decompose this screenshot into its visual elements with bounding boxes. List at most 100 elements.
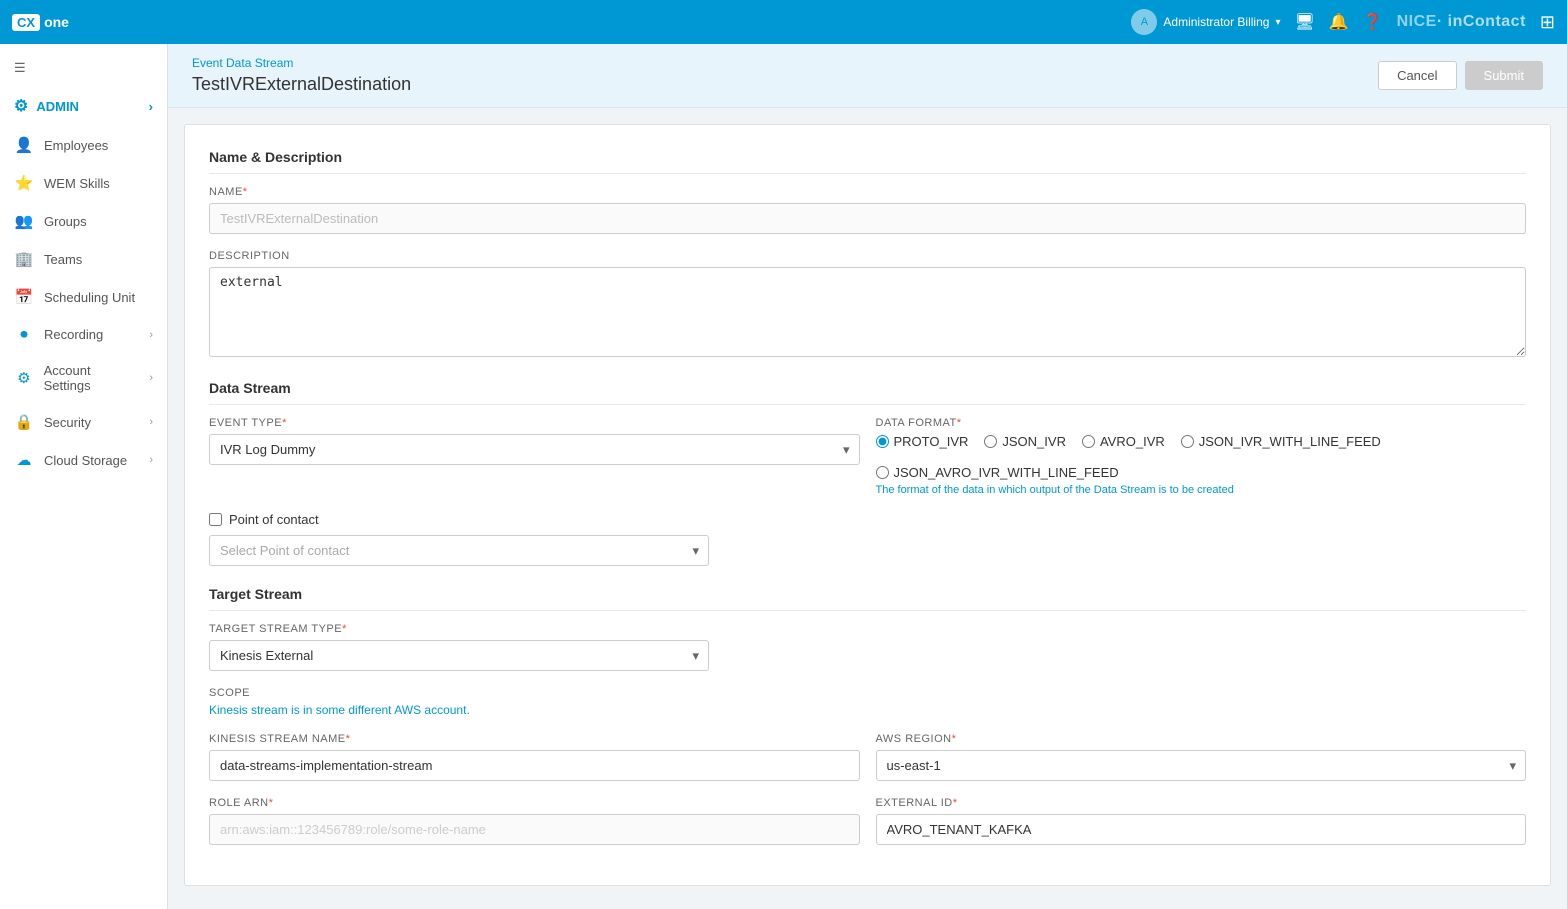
sidebar-item-teams[interactable]: 🏢 Teams xyxy=(0,240,167,278)
recording-label: Recording xyxy=(44,327,103,342)
aws-region-col: AWS REGION* us-east-1 us-west-2 eu-west-… xyxy=(876,733,1527,797)
security-icon: 🔒 xyxy=(14,413,34,431)
submit-button[interactable]: Submit xyxy=(1465,61,1543,90)
scope-value: Kinesis stream is in some different AWS … xyxy=(209,703,1526,717)
poc-label: Point of contact xyxy=(229,512,319,527)
radio-json-ivr-lf[interactable]: JSON_IVR_WITH_LINE_FEED xyxy=(1181,434,1381,449)
account-settings-icon: ⚙ xyxy=(14,369,34,387)
aws-region-required: * xyxy=(952,733,957,745)
radio-proto-ivr[interactable]: PROTO_IVR xyxy=(876,434,969,449)
target-stream-section: Target Stream TARGET STREAM TYPE* Kinesi… xyxy=(209,586,1526,861)
radio-avro-ivr-label: AVRO_IVR xyxy=(1100,434,1165,449)
data-format-required: * xyxy=(957,417,962,429)
scheduling-label: Scheduling Unit xyxy=(44,290,135,305)
poc-select-wrapper: Select Point of contact xyxy=(209,535,709,566)
scope-label: SCOPE xyxy=(209,687,1526,699)
sidebar-item-account-settings[interactable]: ⚙ Account Settings › xyxy=(0,353,167,403)
wem-skills-label: WEM Skills xyxy=(44,176,110,191)
data-format-radio-group: PROTO_IVR JSON_IVR AVRO_IVR xyxy=(876,434,1527,480)
hamburger-icon[interactable]: ☰ xyxy=(0,52,167,84)
employees-label: Employees xyxy=(44,138,108,153)
breadcrumb[interactable]: Event Data Stream xyxy=(192,56,411,70)
external-id-col: EXTERNAL ID* xyxy=(876,797,1527,861)
event-type-data-format-row: EVENT TYPE* IVR Log Dummy Agent Log Cont… xyxy=(209,417,1526,512)
user-info[interactable]: A Administrator Billing ▾ xyxy=(1131,9,1280,35)
radio-json-ivr-input[interactable] xyxy=(984,435,997,448)
navbar-left: CX one xyxy=(12,14,69,31)
account-settings-label: Account Settings xyxy=(44,363,140,393)
description-field-group: DESCRIPTION external xyxy=(209,250,1526,360)
grid-icon[interactable]: ⊞ xyxy=(1540,12,1555,33)
one-logo: one xyxy=(44,14,69,30)
main-content: Event Data Stream TestIVRExternalDestina… xyxy=(168,44,1567,909)
description-label: DESCRIPTION xyxy=(209,250,1526,262)
radio-json-avro-lf-input[interactable] xyxy=(876,466,889,479)
cancel-button[interactable]: Cancel xyxy=(1378,61,1456,90)
role-arn-required: * xyxy=(269,797,274,809)
kinesis-stream-name-input[interactable] xyxy=(209,750,860,781)
radio-proto-ivr-label: PROTO_IVR xyxy=(894,434,969,449)
sidebar-admin[interactable]: ⚙ ADMIN › xyxy=(0,84,167,126)
navbar: CX one A Administrator Billing ▾ 🖥 🔔 ❓ N… xyxy=(0,0,1567,44)
external-id-input[interactable] xyxy=(876,814,1527,845)
name-description-section-header: Name & Description xyxy=(209,149,1526,174)
scheduling-icon: 📅 xyxy=(14,288,34,306)
radio-json-avro-lf-label: JSON_AVRO_IVR_WITH_LINE_FEED xyxy=(894,465,1119,480)
sidebar-item-cloud-storage[interactable]: ☁ Cloud Storage › xyxy=(0,441,167,479)
radio-json-ivr-label: JSON_IVR xyxy=(1002,434,1066,449)
name-input[interactable] xyxy=(209,203,1526,234)
sidebar-item-security[interactable]: 🔒 Security › xyxy=(0,403,167,441)
radio-avro-ivr-input[interactable] xyxy=(1082,435,1095,448)
groups-icon: 👥 xyxy=(14,212,34,230)
role-arn-input[interactable] xyxy=(209,814,860,845)
poc-checkbox[interactable] xyxy=(209,513,222,526)
nice-brand: NICE· inContact xyxy=(1397,13,1526,31)
monitor-icon[interactable]: 🖥 xyxy=(1294,12,1314,32)
kinesis-stream-name-required: * xyxy=(346,733,351,745)
radio-json-avro-lf[interactable]: JSON_AVRO_IVR_WITH_LINE_FEED xyxy=(876,465,1119,480)
security-label: Security xyxy=(44,415,91,430)
radio-json-ivr[interactable]: JSON_IVR xyxy=(984,434,1066,449)
layout: ☰ ⚙ ADMIN › 👤 Employees ⭐ WEM Skills 👥 G… xyxy=(0,44,1567,909)
user-chevron-icon[interactable]: ▾ xyxy=(1275,17,1280,28)
security-chevron-icon: › xyxy=(149,416,153,428)
target-stream-section-header: Target Stream xyxy=(209,586,1526,611)
cloud-storage-label: Cloud Storage xyxy=(44,453,127,468)
name-field-group: NAME* xyxy=(209,186,1526,234)
sidebar-item-employees[interactable]: 👤 Employees xyxy=(0,126,167,164)
aws-region-select-wrapper: us-east-1 us-west-2 eu-west-1 xyxy=(876,750,1527,781)
data-format-group: DATA FORMAT* PROTO_IVR JSON_IVR xyxy=(876,417,1527,496)
poc-checkbox-label[interactable]: Point of contact xyxy=(209,512,1526,527)
page-title: TestIVRExternalDestination xyxy=(192,74,411,95)
description-textarea[interactable]: external xyxy=(209,267,1526,357)
radio-proto-ivr-input[interactable] xyxy=(876,435,889,448)
bell-icon[interactable]: 🔔 xyxy=(1329,12,1349,32)
poc-select[interactable]: Select Point of contact xyxy=(209,535,709,566)
event-type-required: * xyxy=(282,417,287,429)
target-stream-type-select[interactable]: Kinesis External Kinesis Internal Kafka xyxy=(209,640,709,671)
aws-region-select[interactable]: us-east-1 us-west-2 eu-west-1 xyxy=(876,750,1527,781)
sidebar-item-groups[interactable]: 👥 Groups xyxy=(0,202,167,240)
event-type-select[interactable]: IVR Log Dummy Agent Log Contact Log xyxy=(209,434,860,465)
aws-region-label: AWS REGION* xyxy=(876,733,1527,745)
sidebar-item-recording[interactable]: ⏺ Recording › xyxy=(0,316,167,353)
data-format-hint: The format of the data in which output o… xyxy=(876,484,1527,496)
role-arn-external-id-row: ROLE ARN* EXTERNAL ID* xyxy=(209,797,1526,861)
help-icon[interactable]: ❓ xyxy=(1363,12,1383,32)
name-required: * xyxy=(243,186,248,198)
data-format-col: DATA FORMAT* PROTO_IVR JSON_IVR xyxy=(876,417,1527,512)
groups-label: Groups xyxy=(44,214,87,229)
radio-avro-ivr[interactable]: AVRO_IVR xyxy=(1082,434,1165,449)
sidebar-item-scheduling-unit[interactable]: 📅 Scheduling Unit xyxy=(0,278,167,316)
radio-json-ivr-lf-input[interactable] xyxy=(1181,435,1194,448)
kinesis-aws-row: KINESIS STREAM NAME* AWS REGION* xyxy=(209,733,1526,797)
radio-json-ivr-lf-label: JSON_IVR_WITH_LINE_FEED xyxy=(1199,434,1381,449)
account-settings-chevron-icon: › xyxy=(149,372,153,384)
admin-chevron-icon: › xyxy=(149,99,153,114)
page-header-actions: Cancel Submit xyxy=(1378,61,1543,90)
employees-icon: 👤 xyxy=(14,136,34,154)
name-label: NAME* xyxy=(209,186,1526,198)
sidebar-item-wem-skills[interactable]: ⭐ WEM Skills xyxy=(0,164,167,202)
form-content: Name & Description NAME* DESCRIPTION ext… xyxy=(184,124,1551,886)
teams-icon: 🏢 xyxy=(14,250,34,268)
